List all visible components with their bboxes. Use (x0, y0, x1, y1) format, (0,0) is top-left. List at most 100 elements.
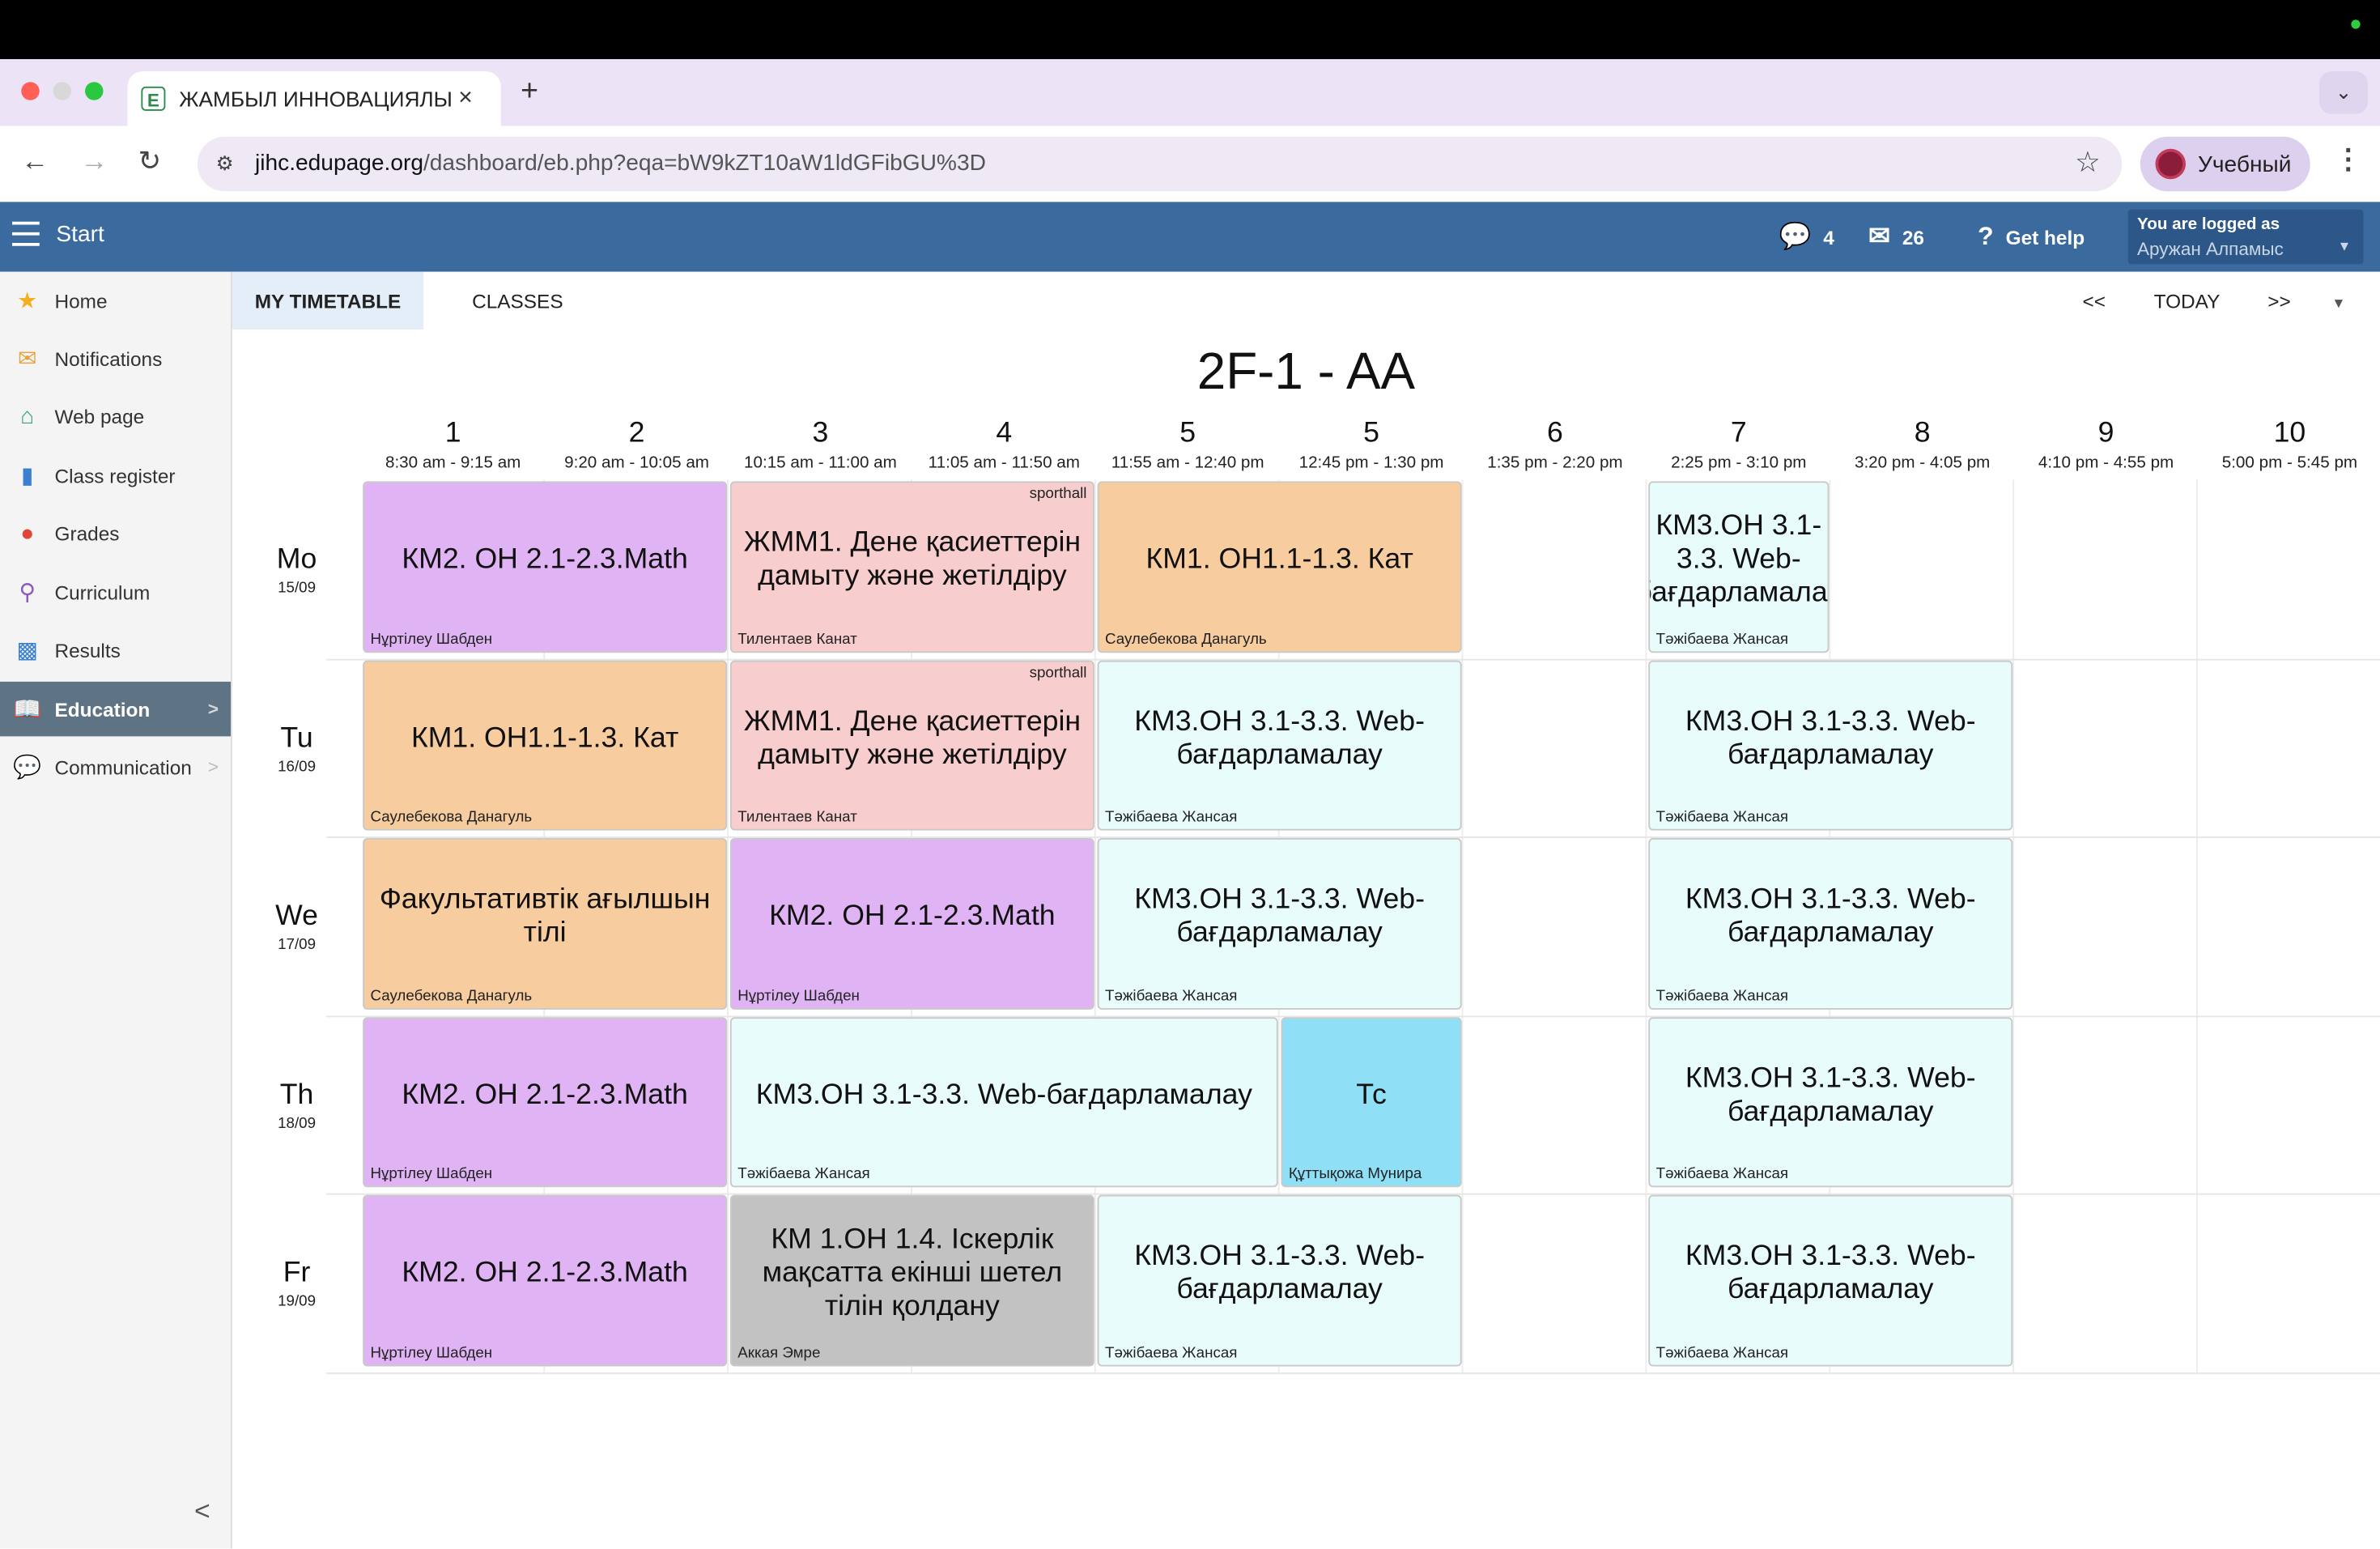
comments-count: 4 (1823, 225, 1834, 249)
minimize-window-icon[interactable] (53, 82, 72, 100)
tab-classes[interactable]: CLASSES (423, 272, 612, 330)
previous-week-button[interactable]: << (2083, 290, 2106, 313)
maximize-window-icon[interactable] (85, 82, 104, 100)
address-bar[interactable]: ⚙ jihc.edupage.org/dashboard/eb.php?eqa=… (197, 136, 2123, 192)
period-time: 4:10 pm - 4:55 pm (2038, 453, 2174, 473)
lesson-card[interactable]: Факультативтік ағылшын тілі Саулебекова Д… (363, 838, 728, 1009)
get-help-button[interactable]: ? Get help (1978, 222, 2085, 253)
sidebar-item-notifications[interactable]: ✉ Notifications (0, 331, 231, 386)
lesson-subject: КМ2. ОН 2.1-2.3.Math (402, 1079, 688, 1112)
sidebar-item-web-page[interactable]: ⌂ Web page (0, 389, 231, 444)
lesson-subject: Тс (1356, 1079, 1387, 1112)
book-icon: ▮ (20, 462, 34, 489)
lesson-card[interactable]: КМ1. ОН1.1-1.3. Кат Саулебекова Данагуль (363, 659, 728, 831)
collapse-sidebar-icon[interactable]: < (194, 1496, 210, 1527)
close-window-icon[interactable] (21, 82, 40, 100)
lesson-card[interactable]: КМ3.ОН 3.1-3.3. Web-бағдарламалау Тәжібае… (1097, 1194, 1462, 1366)
back-icon[interactable]: ← (21, 146, 49, 177)
lesson-card[interactable]: ЖММ1. Дене қасиеттерін дамыту және жетіл… (729, 481, 1094, 653)
reload-icon[interactable]: ↻ (138, 146, 161, 177)
grid-divider (1461, 479, 1464, 1372)
day-name: Tu (280, 721, 313, 754)
lesson-card[interactable]: КМ3.ОН 3.1-3.3. Web-бағдарламалау Тәжібае… (1648, 481, 1830, 653)
new-tab-button[interactable]: + (521, 74, 538, 109)
period-number: 2 (628, 417, 645, 449)
lesson-card[interactable]: КМ 1.ОН 1.4. Іскерлік мақсатта екінші ше… (729, 1194, 1094, 1366)
main-content: MY TIMETABLE CLASSES << TODAY >> ▾ 2F-1 … (232, 271, 2380, 1549)
lesson-card[interactable]: КМ1. ОН1.1-1.3. Кат Саулебекова Данагуль (1097, 481, 1462, 653)
lesson-card[interactable]: КМ3.ОН 3.1-3.3. Web-бағдарламалау Тәжібае… (1097, 659, 1462, 831)
sidebar-item-label: Grades (54, 521, 120, 545)
next-week-button[interactable]: >> (2267, 290, 2290, 313)
lesson-teacher: Тилентаев Канат (737, 809, 857, 826)
user-account-menu[interactable]: You are logged as Аружан Алпамыс ▼ (2127, 209, 2364, 265)
lesson-card[interactable]: КМ2. ОН 2.1-2.3.Math Нұртілеу Шабден (363, 481, 728, 653)
sidebar-item-label: Home (54, 289, 108, 313)
period-number: 5 (1179, 417, 1196, 449)
grid-divider (326, 1015, 2380, 1017)
edupage-favicon-icon: E (141, 86, 166, 111)
chevron-down-icon: ▼ (2337, 238, 2352, 254)
browser-menu-icon[interactable]: ⋮ (2335, 144, 2362, 176)
profile-button[interactable]: Учебный (2140, 136, 2310, 192)
period-header: 5 12:45 pm - 1:30 pm (1280, 418, 1464, 473)
lesson-card[interactable]: ЖММ1. Дене қасиеттерін дамыту және жетіл… (729, 659, 1094, 831)
tab-search-button[interactable]: ⌄ (2319, 71, 2368, 114)
timetable-options-icon[interactable]: ▾ (2335, 293, 2343, 313)
forward-icon[interactable]: → (80, 146, 108, 177)
open-book-icon: 📖 (13, 696, 42, 723)
comments-button[interactable]: 💬 4 (1779, 222, 1834, 253)
sidebar-item-results[interactable]: ▩ Results (0, 623, 231, 678)
sidebar-item-home[interactable]: ★ Home (0, 274, 231, 329)
lesson-teacher: Нұртілеу Шабден (370, 1344, 493, 1361)
sidebar: ★ Home ✉ Notifications ⌂ Web page ▮ Clas… (0, 271, 232, 1549)
lesson-card[interactable]: КМ3.ОН 3.1-3.3. Web-бағдарламалау Тәжібае… (1648, 659, 2013, 831)
lesson-card[interactable]: КМ2. ОН 2.1-2.3.Math Нұртілеу Шабден (363, 1194, 728, 1366)
day-name: Th (279, 1079, 314, 1111)
period-header: 1 8:30 am - 9:15 am (361, 418, 545, 473)
lesson-teacher: Тәжібаева Жансая (1105, 987, 1238, 1005)
sidebar-item-label: Curriculum (54, 581, 151, 604)
bookmark-star-icon[interactable]: ☆ (2075, 146, 2101, 181)
period-time: 11:05 am - 11:50 am (928, 453, 1080, 473)
tab-my-timetable[interactable]: MY TIMETABLE (232, 271, 424, 330)
os-menu-bar (0, 0, 2380, 60)
lesson-teacher: Нұртілеу Шабден (370, 631, 493, 648)
house-icon: ⌂ (20, 402, 35, 429)
sidebar-item-label: Web page (54, 404, 145, 428)
lesson-card[interactable]: Тс Құттықожа Мунира (1281, 1016, 1462, 1188)
lesson-card[interactable]: КМ3.ОН 3.1-3.3. Web-бағдарламалау Тәжібае… (1648, 1194, 2013, 1366)
lesson-teacher: Құттықожа Мунира (1288, 1166, 1422, 1183)
sidebar-item-class-register[interactable]: ▮ Class register (0, 448, 231, 503)
tab-close-icon[interactable]: × (458, 85, 473, 113)
sidebar-item-education[interactable]: 📖 Education > (0, 681, 231, 737)
browser-toolbar: ← → ↻ ⚙ jihc.edupage.org/dashboard/eb.ph… (0, 126, 2380, 204)
site-settings-icon[interactable]: ⚙ (211, 151, 239, 178)
lesson-teacher: Тәжібаева Жансая (737, 1166, 870, 1183)
period-number: 4 (996, 417, 1013, 449)
period-number: 7 (1730, 417, 1747, 449)
lesson-card[interactable]: КМ3.ОН 3.1-3.3. Web-бағдарламалау Тәжібае… (729, 1016, 1278, 1188)
lesson-card[interactable]: КМ2. ОН 2.1-2.3.Math Нұртілеу Шабден (363, 1016, 728, 1188)
period-time: 10:15 am - 11:00 am (744, 453, 897, 473)
lesson-teacher: Тәжібаева Жансая (1105, 809, 1238, 826)
lesson-card[interactable]: КМ2. ОН 2.1-2.3.Math Нұртілеу Шабден (729, 838, 1094, 1009)
start-link[interactable]: Start (56, 222, 104, 248)
hamburger-menu-icon[interactable] (12, 221, 40, 253)
lesson-card[interactable]: КМ3.ОН 3.1-3.3. Web-бағдарламалау Тәжібае… (1648, 1016, 2013, 1188)
day-header: Tu 16/09 (232, 722, 361, 776)
lesson-card[interactable]: КМ3.ОН 3.1-3.3. Web-бағдарламалау Тәжібае… (1097, 838, 1462, 1009)
lesson-card[interactable]: КМ3.ОН 3.1-3.3. Web-бағдарламалау Тәжібае… (1648, 838, 2013, 1009)
grid-divider (2196, 479, 2198, 1372)
browser-tab[interactable]: E ЖАМБЫЛ ИННОВАЦИЯЛЫК × (127, 71, 501, 126)
messages-count: 26 (1902, 225, 1924, 249)
sidebar-item-grades[interactable]: ● Grades (0, 505, 231, 560)
logged-as-label: You are logged as (2137, 215, 2280, 234)
sidebar-item-communication[interactable]: 💬 Communication > (0, 739, 231, 794)
profile-name: Учебный (2198, 151, 2292, 177)
messages-button[interactable]: ✉ 26 (1868, 222, 1924, 253)
period-header: 2 9:20 am - 10:05 am (545, 418, 729, 473)
sidebar-item-curriculum[interactable]: ⚲ Curriculum (0, 565, 231, 620)
today-button[interactable]: TODAY (2154, 290, 2221, 313)
period-time: 11:55 am - 12:40 pm (1111, 453, 1264, 473)
